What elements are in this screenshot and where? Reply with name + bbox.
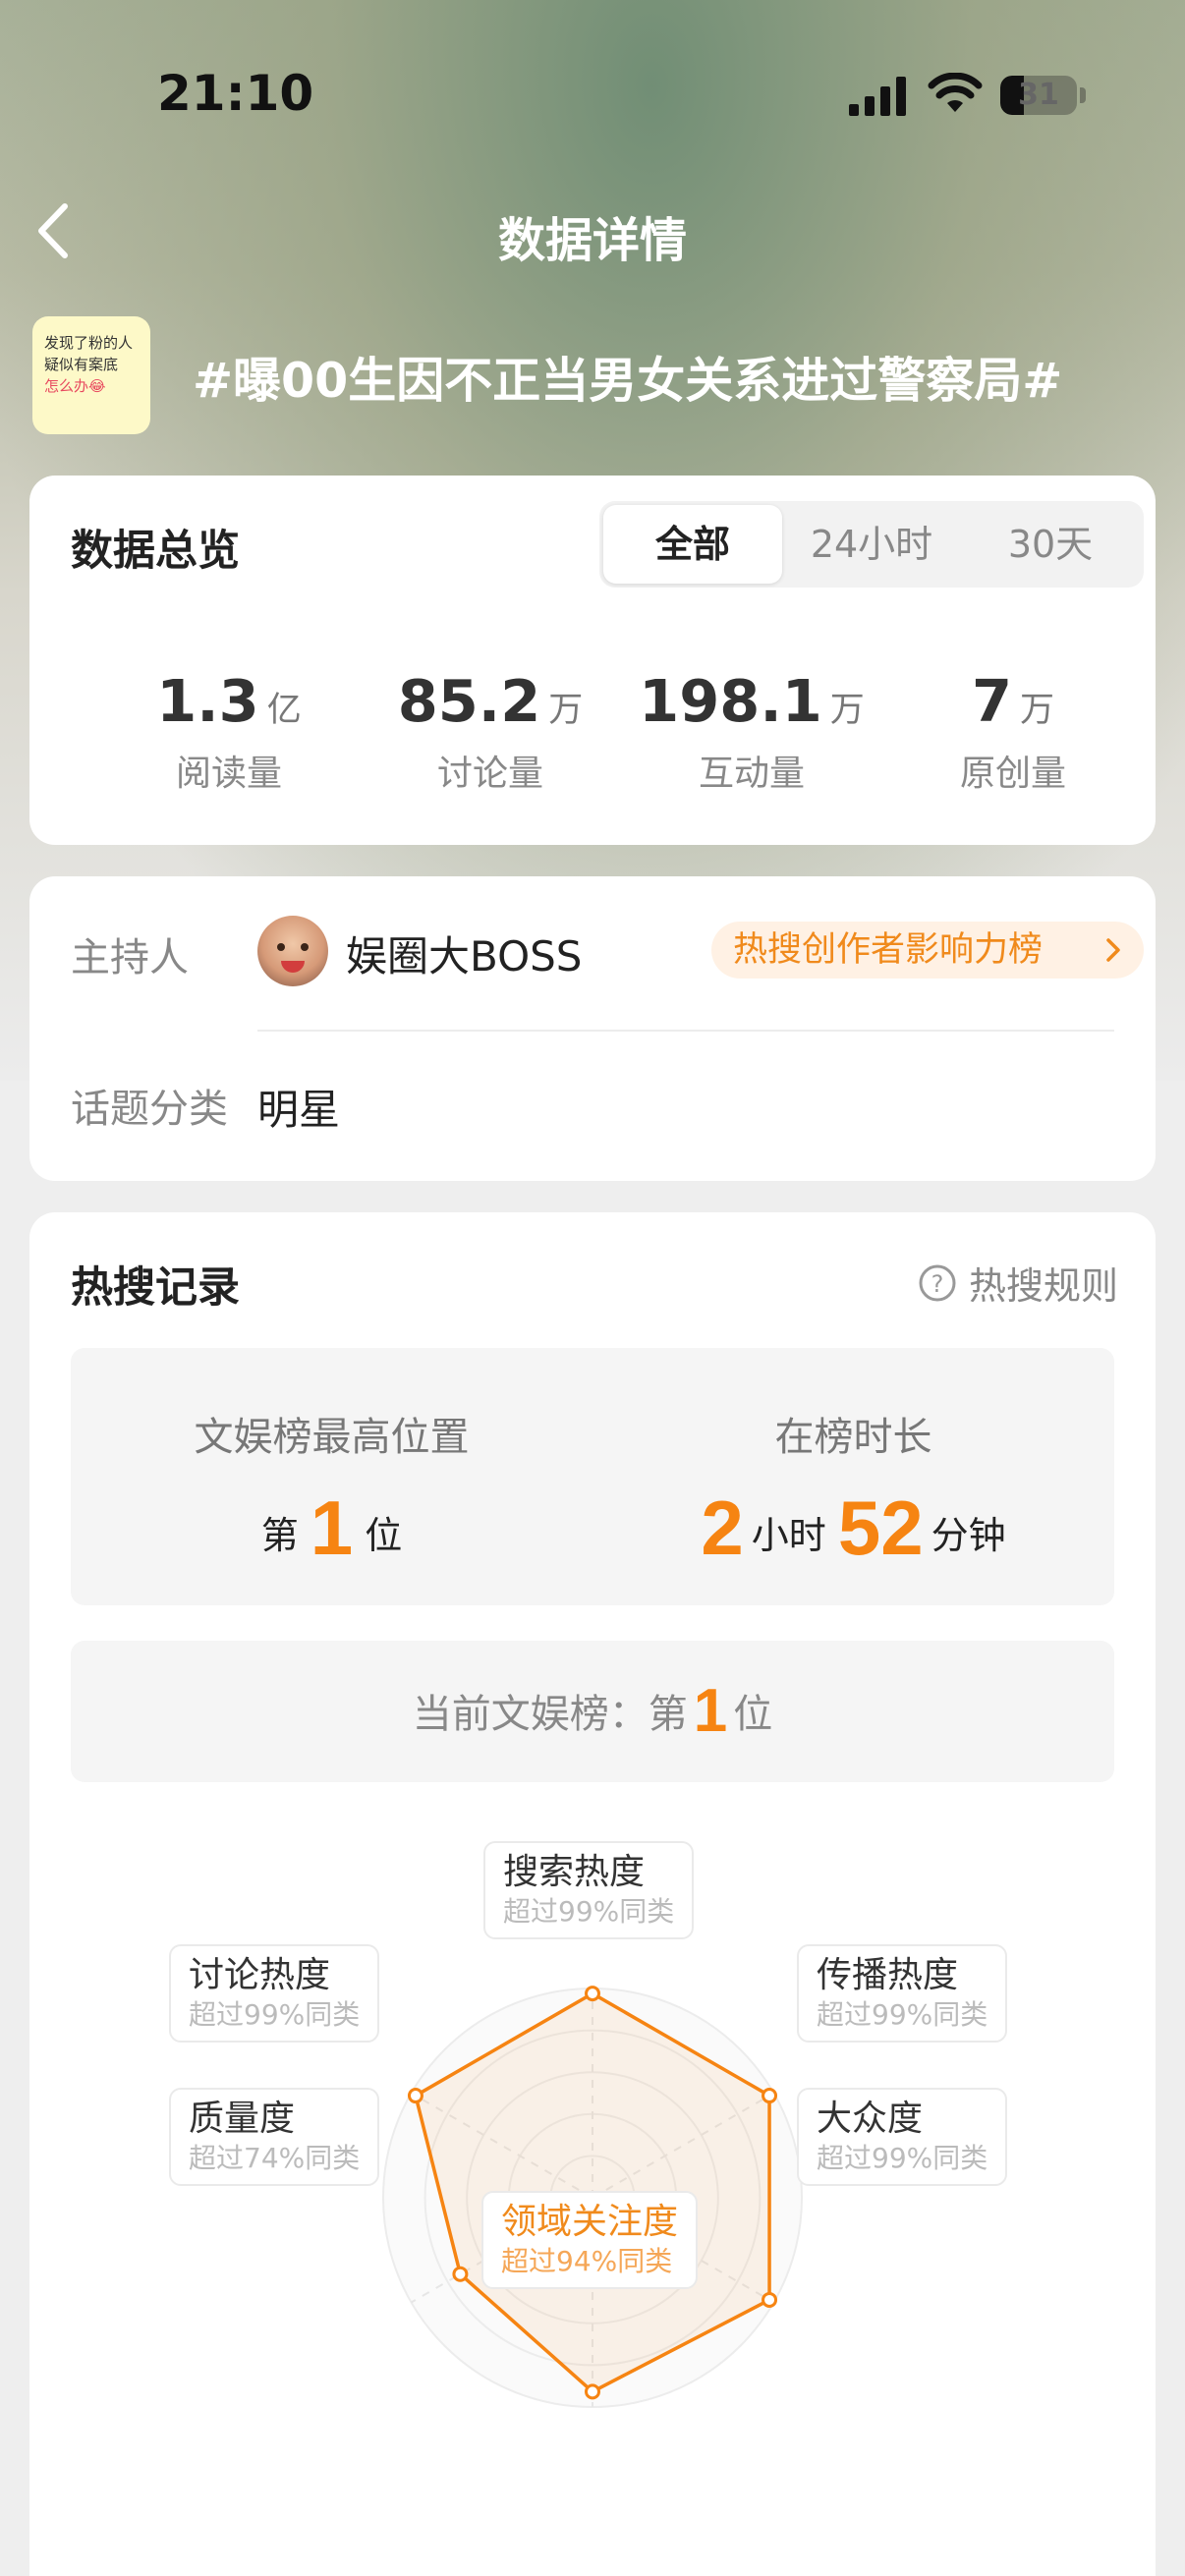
rank-link-label: 热搜创作者影响力榜: [733, 930, 1044, 970]
minutes-unit: 分钟: [931, 1514, 1006, 1557]
stat-value: 198.1: [639, 667, 822, 735]
host-label: 主持人: [71, 935, 189, 980]
radar-label-search: 搜索热度 超过99%同类: [483, 1841, 695, 1939]
stat-label: 阅读量: [175, 754, 282, 794]
page-title: 数据详情: [497, 213, 687, 268]
radar-point: [585, 1986, 600, 2002]
hot-search-rules-link[interactable]: ? 热搜规则: [918, 1256, 1118, 1310]
time-on-list: 在榜时长 2 小时 52 分钟: [592, 1348, 1114, 1605]
status-bar: 21:10 31: [0, 0, 1185, 147]
dimension-name: 大众度: [817, 2099, 924, 2139]
host-info-card: 主持人 娱圈大BOSS 热搜创作者影响力榜 话题分类 明星: [29, 876, 1156, 1181]
dimension-percentile: 超过99%同类: [817, 1998, 988, 2031]
dimension-name: 传播热度: [817, 1955, 959, 1995]
stat-unit: 万: [548, 691, 584, 730]
radar-label-spread: 传播热度 超过99%同类: [797, 1944, 1008, 2043]
radar-point: [762, 2088, 778, 2104]
host-avatar[interactable]: [257, 916, 328, 986]
hot-record-title: 热搜记录: [71, 1263, 240, 1313]
dimension-percentile: 超过99%同类: [189, 1998, 361, 2031]
chevron-right-icon: [1106, 938, 1120, 962]
stat-unit: 万: [829, 691, 865, 730]
cellular-signal-icon: [849, 77, 906, 116]
current-value: 1: [693, 1677, 728, 1745]
topic-thumbnail: 发现了粉的人 疑似有案底 怎么办😂: [32, 316, 150, 434]
category-label: 话题分类: [71, 1087, 228, 1132]
duration-minutes: 52: [837, 1484, 924, 1571]
radar-point: [585, 2383, 600, 2400]
duration-hours: 2: [701, 1484, 744, 1571]
rules-label: 热搜规则: [969, 1264, 1119, 1308]
overview-title: 数据总览: [71, 527, 240, 576]
stat-label: 互动量: [698, 754, 805, 794]
stat-reads: 1.3 亿 阅读量: [98, 667, 360, 796]
hot-search-record-card: 热搜记录 ? 热搜规则 文娱榜最高位置 第1位 在榜时长 2 小时 52 分钟 当前文…: [29, 1212, 1156, 2576]
stat-discussions: 85.2 万 讨论量: [360, 667, 621, 796]
stat-unit: 亿: [266, 691, 302, 730]
radar-point: [762, 2291, 778, 2308]
svg-text:?: ?: [931, 1270, 944, 1298]
heat-radar-chart: 搜索热度 超过99%同类 传播热度 超过99%同类 大众度 超过99%同类 领域…: [29, 1841, 1156, 2576]
avatar-eyes: [277, 943, 309, 951]
radar-label-discussion: 讨论热度 超过99%同类: [169, 1944, 380, 2043]
stat-label: 原创量: [959, 754, 1066, 794]
wifi-icon: [928, 73, 983, 112]
tab-30d[interactable]: 30天: [961, 505, 1140, 584]
battery-level: 31: [1018, 78, 1059, 112]
dimension-name: 领域关注度: [501, 2202, 679, 2242]
data-overview-card: 数据总览 全部 24小时 30天 1.3 亿 阅读量 85.2 万 讨论量 198.…: [29, 476, 1156, 845]
creator-rank-link[interactable]: 热搜创作者影响力榜: [711, 922, 1144, 979]
stat-value: 85.2: [397, 667, 541, 735]
time-range-tabs: 全部 24小时 30天: [599, 501, 1144, 588]
radar-label-popularity: 大众度 超过99%同类: [797, 2088, 1008, 2186]
hours-unit: 小时: [751, 1514, 826, 1557]
stat-value: 7: [971, 667, 1013, 735]
peak-suffix: 位: [365, 1514, 403, 1557]
peak-prefix: 第: [260, 1514, 299, 1557]
battery-icon: 31: [1000, 76, 1077, 115]
question-icon: ?: [919, 1264, 956, 1301]
dimension-percentile: 超过99%同类: [817, 2142, 988, 2174]
dimension-name: 搜索热度: [503, 1852, 646, 1892]
radar-point: [407, 2088, 423, 2104]
dimension-percentile: 超过74%同类: [189, 2142, 361, 2174]
thumb-line: 疑似有案底: [44, 356, 119, 373]
stat-unit: 万: [1020, 691, 1055, 730]
dimension-percentile: 超过94%同类: [501, 2245, 673, 2277]
divider: [257, 1030, 1114, 1032]
topic-title: #曝00生因不正当男女关系进过警察局#: [193, 353, 1063, 409]
stats-row: 1.3 亿 阅读量 85.2 万 讨论量 198.1 万 互动量 7万 原创量: [29, 667, 1156, 796]
dimension-name: 讨论热度: [189, 1955, 331, 1995]
radar-point: [452, 2266, 469, 2282]
radar-label-domain-attention: 领域关注度 超过94%同类: [481, 2191, 699, 2289]
radar-label-quality: 质量度 超过74%同类: [169, 2088, 380, 2186]
stat-interactions: 198.1 万 互动量: [621, 667, 882, 796]
category-value: 明星: [257, 1086, 341, 1134]
tab-24h[interactable]: 24小时: [782, 505, 961, 584]
peak-position: 文娱榜最高位置 第1位: [71, 1348, 592, 1605]
battery-nub: [1080, 87, 1086, 103]
status-time: 21:10: [157, 65, 314, 122]
stat-label: 讨论量: [436, 754, 543, 794]
peak-value: 1: [310, 1484, 354, 1571]
current-prefix: 当前文娱榜：第: [412, 1692, 688, 1737]
peak-title: 文娱榜最高位置: [194, 1415, 470, 1460]
stat-originals: 7万 原创量: [882, 667, 1144, 796]
dimension-percentile: 超过99%同类: [503, 1895, 675, 1928]
avatar-mouth: [281, 961, 305, 973]
ranking-summary-box: 文娱榜最高位置 第1位 在榜时长 2 小时 52 分钟: [71, 1348, 1114, 1605]
tab-all[interactable]: 全部: [603, 505, 782, 584]
current-rank-box: 当前文娱榜：第1 位: [71, 1641, 1114, 1782]
dimension-name: 质量度: [189, 2099, 296, 2139]
current-suffix: 位: [733, 1692, 773, 1737]
stat-value: 1.3: [156, 667, 259, 735]
duration-title: 在榜时长: [774, 1415, 932, 1460]
host-name[interactable]: 娱圈大BOSS: [346, 924, 582, 983]
thumb-line: 怎么办😂: [44, 377, 106, 395]
thumb-line: 发现了粉的人: [44, 334, 134, 352]
